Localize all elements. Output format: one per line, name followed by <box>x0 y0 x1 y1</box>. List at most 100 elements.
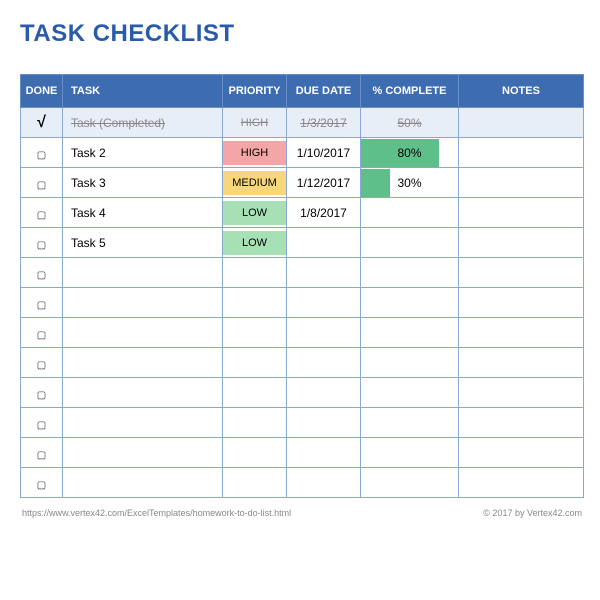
due-date-cell[interactable] <box>287 258 361 288</box>
notes-cell[interactable] <box>459 258 584 288</box>
percent-complete-cell[interactable]: 50% <box>361 108 459 138</box>
task-cell[interactable]: Task 2 <box>63 138 223 168</box>
checkbox-icon: ▢ <box>37 150 46 161</box>
notes-cell[interactable] <box>459 318 584 348</box>
percent-bar-wrap <box>361 349 458 377</box>
priority-cell[interactable] <box>223 378 287 408</box>
footer-url: https://www.vertex42.com/ExcelTemplates/… <box>22 508 291 518</box>
table-row: ▢ Task 2HIGH1/10/201780% <box>21 138 584 168</box>
notes-cell[interactable] <box>459 408 584 438</box>
notes-cell[interactable] <box>459 228 584 258</box>
priority-chip: HIGH <box>223 111 286 135</box>
table-header-row: DONE TASK PRIORITY DUE DATE % COMPLETE N… <box>21 75 584 108</box>
percent-complete-cell[interactable] <box>361 348 459 378</box>
table-row: ▢ <box>21 288 584 318</box>
notes-cell[interactable] <box>459 138 584 168</box>
done-cell[interactable]: ▢ <box>21 258 63 288</box>
notes-cell[interactable] <box>459 108 584 138</box>
task-cell[interactable]: Task (Completed) <box>63 108 223 138</box>
checkbox-icon: ▢ <box>37 390 46 401</box>
done-cell[interactable]: √ <box>21 108 63 138</box>
table-row: ▢ <box>21 468 584 498</box>
priority-cell[interactable]: LOW <box>223 198 287 228</box>
task-cell[interactable] <box>63 468 223 498</box>
table-row: ▢ <box>21 258 584 288</box>
task-cell[interactable] <box>63 438 223 468</box>
done-cell[interactable]: ▢ <box>21 438 63 468</box>
done-cell[interactable]: ▢ <box>21 348 63 378</box>
notes-cell[interactable] <box>459 378 584 408</box>
percent-complete-cell[interactable] <box>361 468 459 498</box>
percent-bar-wrap <box>361 379 458 407</box>
page-title: TASK CHECKLIST <box>20 20 584 48</box>
percent-complete-cell[interactable] <box>361 318 459 348</box>
percent-bar-wrap <box>361 409 458 437</box>
col-due: DUE DATE <box>287 75 361 108</box>
task-cell[interactable]: Task 5 <box>63 228 223 258</box>
due-date-cell[interactable] <box>287 348 361 378</box>
percent-complete-cell[interactable] <box>361 438 459 468</box>
due-date-cell[interactable] <box>287 228 361 258</box>
priority-cell[interactable] <box>223 348 287 378</box>
due-date-cell[interactable] <box>287 288 361 318</box>
priority-cell[interactable]: MEDIUM <box>223 168 287 198</box>
due-date-cell[interactable] <box>287 408 361 438</box>
percent-complete-cell[interactable] <box>361 378 459 408</box>
due-date-cell[interactable]: 1/12/2017 <box>287 168 361 198</box>
task-cell[interactable] <box>63 318 223 348</box>
done-cell[interactable]: ▢ <box>21 378 63 408</box>
task-cell[interactable]: Task 4 <box>63 198 223 228</box>
task-cell[interactable] <box>63 258 223 288</box>
priority-cell[interactable] <box>223 408 287 438</box>
priority-cell[interactable]: HIGH <box>223 138 287 168</box>
percent-complete-cell[interactable] <box>361 198 459 228</box>
notes-cell[interactable] <box>459 288 584 318</box>
done-cell[interactable]: ▢ <box>21 138 63 168</box>
priority-cell[interactable] <box>223 438 287 468</box>
priority-cell[interactable] <box>223 288 287 318</box>
task-cell[interactable] <box>63 408 223 438</box>
notes-cell[interactable] <box>459 168 584 198</box>
due-date-cell[interactable] <box>287 468 361 498</box>
done-cell[interactable]: ▢ <box>21 318 63 348</box>
percent-complete-cell[interactable] <box>361 288 459 318</box>
notes-cell[interactable] <box>459 468 584 498</box>
task-cell[interactable] <box>63 348 223 378</box>
priority-cell[interactable]: HIGH <box>223 108 287 138</box>
task-cell[interactable]: Task 3 <box>63 168 223 198</box>
percent-bar-wrap <box>361 259 458 287</box>
percent-complete-cell[interactable]: 30% <box>361 168 459 198</box>
checkbox-icon: ▢ <box>37 270 46 281</box>
due-date-cell[interactable] <box>287 378 361 408</box>
done-cell[interactable]: ▢ <box>21 228 63 258</box>
done-cell[interactable]: ▢ <box>21 288 63 318</box>
checkbox-icon: ▢ <box>37 300 46 311</box>
notes-cell[interactable] <box>459 348 584 378</box>
due-date-cell[interactable]: 1/8/2017 <box>287 198 361 228</box>
percent-complete-cell[interactable] <box>361 408 459 438</box>
done-cell[interactable]: ▢ <box>21 408 63 438</box>
priority-cell[interactable] <box>223 258 287 288</box>
checkbox-icon: ▢ <box>37 330 46 341</box>
table-row: ▢ Task 5LOW <box>21 228 584 258</box>
notes-cell[interactable] <box>459 198 584 228</box>
task-cell[interactable] <box>63 378 223 408</box>
due-date-cell[interactable]: 1/10/2017 <box>287 138 361 168</box>
done-cell[interactable]: ▢ <box>21 168 63 198</box>
percent-complete-cell[interactable] <box>361 228 459 258</box>
due-date-cell[interactable]: 1/3/2017 <box>287 108 361 138</box>
priority-cell[interactable]: LOW <box>223 228 287 258</box>
task-cell[interactable] <box>63 288 223 318</box>
table-row: ▢Task 4LOW1/8/2017 <box>21 198 584 228</box>
done-cell[interactable]: ▢ <box>21 468 63 498</box>
done-cell[interactable]: ▢ <box>21 198 63 228</box>
priority-cell[interactable] <box>223 318 287 348</box>
percent-complete-cell[interactable]: 80% <box>361 138 459 168</box>
priority-cell[interactable] <box>223 468 287 498</box>
due-date-cell[interactable] <box>287 318 361 348</box>
checkbox-icon: ▢ <box>37 360 46 371</box>
checkbox-icon: ▢ <box>37 240 46 251</box>
due-date-cell[interactable] <box>287 438 361 468</box>
percent-complete-cell[interactable] <box>361 258 459 288</box>
notes-cell[interactable] <box>459 438 584 468</box>
